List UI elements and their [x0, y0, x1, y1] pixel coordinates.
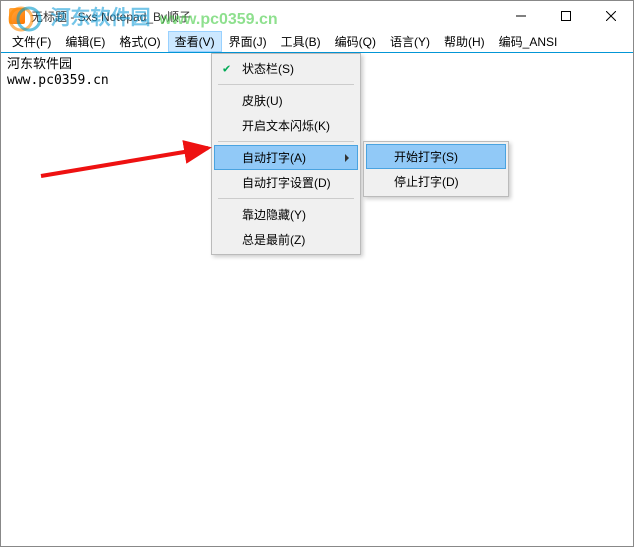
menu-edit[interactable]: 编辑(E) [58, 31, 112, 52]
menu-help[interactable]: 帮助(H) [437, 31, 492, 52]
auto-type-submenu: 开始打字(S) 停止打字(D) [363, 141, 509, 197]
menuitem-label: 状态栏(S) [242, 62, 294, 76]
menuitem-label: 停止打字(D) [394, 175, 459, 189]
menu-interface[interactable]: 界面(J) [222, 31, 274, 52]
menu-language[interactable]: 语言(Y) [383, 31, 437, 52]
menubar: 文件(F) 编辑(E) 格式(O) 查看(V) 界面(J) 工具(B) 编码(Q… [1, 31, 633, 53]
menuitem-label: 自动打字(A) [242, 151, 306, 165]
menu-separator [218, 84, 354, 85]
menuitem-skin[interactable]: 皮肤(U) [214, 88, 358, 113]
menu-view[interactable]: 查看(V) [168, 31, 222, 52]
menuitem-label: 靠边隐藏(Y) [242, 208, 306, 222]
check-icon: ✔ [222, 62, 231, 75]
app-icon [9, 8, 25, 24]
close-button[interactable] [588, 1, 633, 31]
submenu-arrow-icon [345, 154, 349, 162]
minimize-button[interactable] [498, 1, 543, 31]
menuitem-label: 自动打字设置(D) [242, 176, 331, 190]
menuitem-statusbar[interactable]: ✔ 状态栏(S) [214, 56, 358, 81]
menu-encoding[interactable]: 编码(Q) [328, 31, 383, 52]
menuitem-edge-hide[interactable]: 靠边隐藏(Y) [214, 202, 358, 227]
menu-format[interactable]: 格式(O) [112, 31, 167, 52]
window-controls [498, 1, 633, 31]
menuitem-text-blink[interactable]: 开启文本闪烁(K) [214, 113, 358, 138]
submenu-start-typing[interactable]: 开始打字(S) [366, 144, 506, 169]
menuitem-label: 开始打字(S) [394, 150, 458, 164]
menu-tools[interactable]: 工具(B) [274, 31, 328, 52]
window-title: 无标题 - Sxs Notepad_By顺子 [31, 8, 191, 25]
menuitem-label: 总是最前(Z) [242, 233, 305, 247]
menu-separator [218, 141, 354, 142]
view-dropdown: ✔ 状态栏(S) 皮肤(U) 开启文本闪烁(K) 自动打字(A) 自动打字设置(… [211, 53, 361, 255]
menuitem-auto-type-settings[interactable]: 自动打字设置(D) [214, 170, 358, 195]
titlebar: 无标题 - Sxs Notepad_By顺子 [1, 1, 633, 31]
menu-separator [218, 198, 354, 199]
menu-file[interactable]: 文件(F) [5, 31, 58, 52]
menuitem-label: 开启文本闪烁(K) [242, 119, 330, 133]
menu-encoding-ansi[interactable]: 编码_ANSI [492, 31, 565, 52]
submenu-stop-typing[interactable]: 停止打字(D) [366, 169, 506, 194]
menuitem-label: 皮肤(U) [242, 94, 283, 108]
menuitem-auto-type[interactable]: 自动打字(A) [214, 145, 358, 170]
menuitem-always-top[interactable]: 总是最前(Z) [214, 227, 358, 252]
maximize-button[interactable] [543, 1, 588, 31]
